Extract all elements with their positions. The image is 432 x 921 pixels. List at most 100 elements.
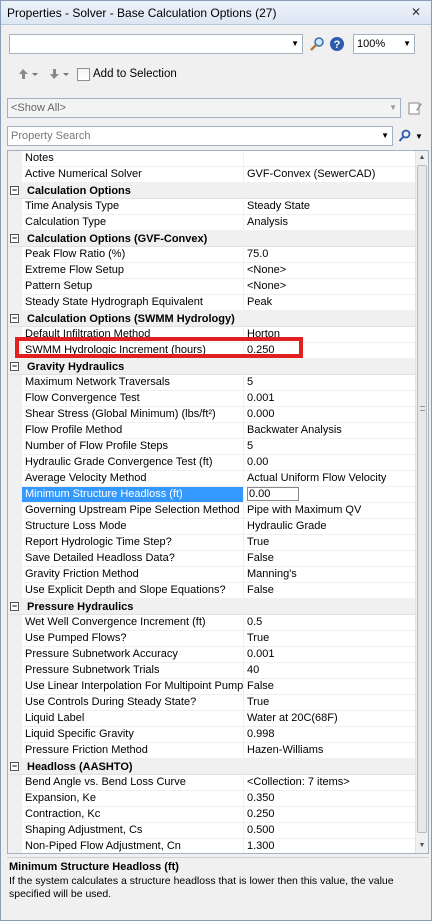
property-row[interactable]: Active Numerical Solver GVF-Convex (Sewer… xyxy=(8,167,416,183)
property-row[interactable]: Calculation Type Analysis xyxy=(8,215,416,231)
property-value[interactable]: 0.001 xyxy=(244,647,416,662)
property-value[interactable]: 0.350 xyxy=(244,791,416,806)
property-row[interactable]: Steady State Hydrograph Equivalent Peak xyxy=(8,295,416,311)
property-value[interactable]: False xyxy=(244,583,416,598)
property-row[interactable]: Peak Flow Ratio (%) 75.0 xyxy=(8,247,416,263)
property-row[interactable]: Flow Convergence Test 0.001 xyxy=(8,391,416,407)
property-row[interactable]: Shear Stress (Global Minimum) (lbs/ft²) 0… xyxy=(8,407,416,423)
property-value[interactable]: 0.00 xyxy=(244,487,416,502)
property-value[interactable] xyxy=(244,151,416,166)
property-value[interactable]: 0.250 xyxy=(244,807,416,822)
property-value[interactable]: 5 xyxy=(244,375,416,390)
property-row[interactable]: Use Pumped Flows? True xyxy=(8,631,416,647)
property-value[interactable]: 0.500 xyxy=(244,823,416,838)
property-row[interactable]: Use Linear Interpolation For Multipoint … xyxy=(8,679,416,695)
property-row[interactable]: Minimum Structure Headloss (ft) 0.00 xyxy=(8,487,416,503)
property-value[interactable]: <None> xyxy=(244,263,416,278)
property-row[interactable]: Maximum Network Traversals 5 xyxy=(8,375,416,391)
property-row[interactable]: Flow Profile Method Backwater Analysis xyxy=(8,423,416,439)
property-value[interactable]: False xyxy=(244,551,416,566)
property-value[interactable]: 75.0 xyxy=(244,247,416,262)
property-value[interactable]: True xyxy=(244,695,416,710)
property-row[interactable]: Pressure Friction Method Hazen-Williams xyxy=(8,743,416,759)
navigate-back-icon[interactable] xyxy=(15,64,41,84)
category-header[interactable]: − Calculation Options (GVF-Convex) xyxy=(8,231,416,247)
property-value[interactable]: GVF-Convex (SewerCAD) xyxy=(244,167,416,182)
collapse-icon[interactable]: − xyxy=(10,602,19,611)
property-row[interactable]: Extreme Flow Setup <None> xyxy=(8,263,416,279)
property-value[interactable]: 0.5 xyxy=(244,615,416,630)
property-value[interactable]: 0.00 xyxy=(244,455,416,470)
property-row[interactable]: Expansion, Ke 0.350 xyxy=(8,791,416,807)
property-row[interactable]: Liquid Specific Gravity 0.998 xyxy=(8,727,416,743)
property-row[interactable]: Pattern Setup <None> xyxy=(8,279,416,295)
property-row[interactable]: Structure Loss Mode Hydraulic Grade xyxy=(8,519,416,535)
property-value[interactable]: Hazen-Williams xyxy=(244,743,416,758)
property-row[interactable]: Number of Flow Profile Steps 5 xyxy=(8,439,416,455)
collapse-icon[interactable]: − xyxy=(10,362,19,371)
property-row[interactable]: Save Detailed Headloss Data? False xyxy=(8,551,416,567)
property-value[interactable]: Backwater Analysis xyxy=(244,423,416,438)
property-value[interactable]: Water at 20C(68F) xyxy=(244,711,416,726)
property-value[interactable]: Horton xyxy=(244,327,416,342)
close-icon[interactable]: ✕ xyxy=(407,5,425,21)
property-row[interactable]: Governing Upstream Pipe Selection Method… xyxy=(8,503,416,519)
property-value[interactable]: 40 xyxy=(244,663,416,678)
property-row[interactable]: Liquid Label Water at 20C(68F) xyxy=(8,711,416,727)
property-value[interactable]: False xyxy=(244,679,416,694)
property-value[interactable]: <Collection: 7 items> xyxy=(244,775,416,790)
property-row[interactable]: Hydraulic Grade Convergence Test (ft) 0.0… xyxy=(8,455,416,471)
help-icon[interactable]: ? xyxy=(327,34,347,54)
scrollbar-thumb[interactable] xyxy=(417,165,427,833)
navigate-forward-icon[interactable] xyxy=(45,64,73,84)
add-to-selection-checkbox[interactable] xyxy=(77,67,90,81)
property-row[interactable]: Non-Piped Flow Adjustment, Cn 1.300 xyxy=(8,839,416,853)
property-value[interactable]: 1.300 xyxy=(244,839,416,853)
collapse-icon[interactable]: − xyxy=(10,314,19,323)
collapse-icon[interactable]: − xyxy=(10,762,19,771)
property-value-text[interactable]: 0.00 xyxy=(247,487,299,501)
property-row[interactable]: Shaping Adjustment, Cs 0.500 xyxy=(8,823,416,839)
property-row[interactable]: SWMM Hydrologic Increment (hours) 0.250 xyxy=(8,343,416,359)
property-value[interactable]: Actual Uniform Flow Velocity xyxy=(244,471,416,486)
property-value[interactable]: True xyxy=(244,535,416,550)
vertical-scrollbar[interactable]: ▲ ▼ xyxy=(415,151,428,853)
scroll-up-icon[interactable]: ▲ xyxy=(416,151,428,165)
find-icon[interactable] xyxy=(307,34,327,54)
element-selector[interactable]: ▼ xyxy=(9,34,303,54)
property-value[interactable]: 0.000 xyxy=(244,407,416,422)
property-row[interactable]: Pressure Subnetwork Accuracy 0.001 xyxy=(8,647,416,663)
property-value[interactable]: 0.001 xyxy=(244,391,416,406)
property-row[interactable]: Average Velocity Method Actual Uniform Fl… xyxy=(8,471,416,487)
category-header[interactable]: − Gravity Hydraulics xyxy=(8,359,416,375)
property-row[interactable]: Use Controls During Steady State? True xyxy=(8,695,416,711)
zoom-select[interactable]: 100% ▼ xyxy=(353,34,415,54)
property-row[interactable]: Wet Well Convergence Increment (ft) 0.5 xyxy=(8,615,416,631)
collapse-icon[interactable]: − xyxy=(10,234,19,243)
property-value[interactable]: Peak xyxy=(244,295,416,310)
property-row[interactable]: Report Hydrologic Time Step? True xyxy=(8,535,416,551)
property-row[interactable]: Bend Angle vs. Bend Loss Curve <Collectio… xyxy=(8,775,416,791)
property-search-input[interactable]: Property Search ▼ xyxy=(7,126,393,146)
category-header[interactable]: − Calculation Options (SWMM Hydrology) xyxy=(8,311,416,327)
category-header[interactable]: − Pressure Hydraulics xyxy=(8,599,416,615)
property-value[interactable]: Pipe with Maximum QV xyxy=(244,503,416,518)
property-value[interactable]: Hydraulic Grade xyxy=(244,519,416,534)
property-row[interactable]: Contraction, Kc 0.250 xyxy=(8,807,416,823)
property-value[interactable]: Manning's xyxy=(244,567,416,582)
collapse-icon[interactable]: − xyxy=(10,186,19,195)
property-value[interactable]: <None> xyxy=(244,279,416,294)
property-value[interactable]: 0.250 xyxy=(244,343,416,358)
property-row[interactable]: Use Explicit Depth and Slope Equations? F… xyxy=(8,583,416,599)
show-filter-select[interactable]: <Show All> ▼ xyxy=(7,98,401,118)
property-value[interactable]: 0.998 xyxy=(244,727,416,742)
property-value[interactable]: True xyxy=(244,631,416,646)
property-value[interactable]: 5 xyxy=(244,439,416,454)
property-row[interactable]: Time Analysis Type Steady State xyxy=(8,199,416,215)
search-icon[interactable] xyxy=(397,126,413,146)
category-header[interactable]: − Calculation Options xyxy=(8,183,416,199)
scroll-down-icon[interactable]: ▼ xyxy=(416,839,428,853)
category-header[interactable]: − Headloss (AASHTO) xyxy=(8,759,416,775)
property-row[interactable]: Notes xyxy=(8,151,416,167)
property-value[interactable]: Steady State xyxy=(244,199,416,214)
